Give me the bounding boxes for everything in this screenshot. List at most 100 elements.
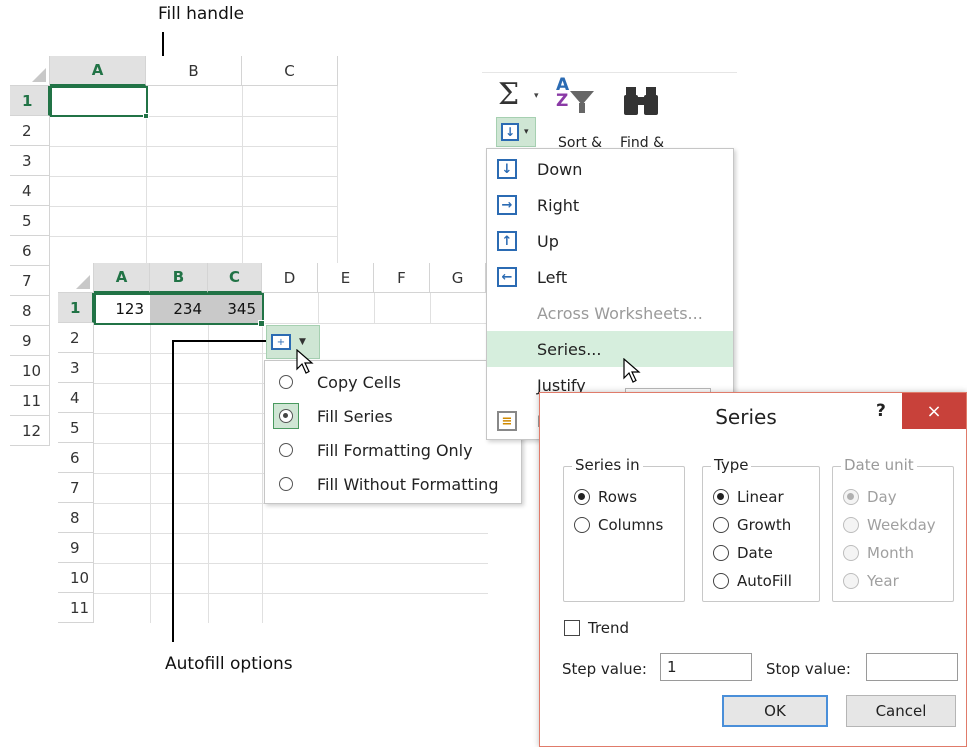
menu-item-left[interactable]: ← Left [487,259,733,295]
row-header-11[interactable]: 11 [10,386,50,416]
row-header-10[interactable]: 10 [58,563,94,593]
menu-item-up[interactable]: ↑ Up [487,223,733,259]
row-header-6[interactable]: 6 [58,443,94,473]
row-header-9[interactable]: 9 [10,326,50,356]
row-header-2[interactable]: 2 [10,116,50,146]
radio-columns[interactable]: Columns [574,513,663,537]
select-all-corner[interactable] [10,56,50,86]
row-header-5[interactable]: 5 [58,413,94,443]
series-in-group: Series in Rows Columns [563,456,685,602]
fill-handle[interactable] [258,320,265,327]
column-header-g[interactable]: G [430,263,486,293]
type-label: Type [711,456,752,474]
chevron-down-icon[interactable]: ▾ [534,91,539,101]
callout-line [172,340,174,642]
chevron-down-icon: ▼ [299,337,306,347]
menu-item-right[interactable]: → Right [487,187,733,223]
column-header-b[interactable]: B [150,263,208,293]
row-header-8[interactable]: 8 [10,296,50,326]
fill-handle[interactable] [143,113,149,119]
column-header-a[interactable]: A [50,56,146,86]
radio-autofill[interactable]: AutoFill [713,569,792,593]
select-all-corner[interactable] [58,263,94,293]
find-select-label: Find & [620,135,665,149]
row-header-8[interactable]: 8 [58,503,94,533]
row-header-4[interactable]: 4 [58,383,94,413]
column-header-c[interactable]: C [242,56,338,86]
menu-item-series[interactable]: Series... [487,331,733,367]
help-icon[interactable]: ? [876,401,886,421]
row-header-7[interactable]: 7 [58,473,94,503]
radio-icon [843,573,859,589]
autofill-options-callout: Autofill options [165,654,293,674]
row-header-10[interactable]: 10 [10,356,50,386]
stop-value-input[interactable] [866,653,958,681]
menu-item-down[interactable]: ↓ Down [487,151,733,187]
checkbox-icon [564,620,580,636]
column-header-f[interactable]: F [374,263,430,293]
fill-down-icon: ↓ [501,123,519,141]
selection-range [94,293,264,325]
row-header-1[interactable]: 1 [10,86,50,116]
radio-selected-icon [574,489,590,505]
chevron-down-icon: ▾ [524,127,529,137]
series-dialog: Series ? × Series in Rows Columns Type L… [539,392,967,747]
autofill-fill-formatting-only[interactable]: Fill Formatting Only [265,433,521,467]
radio-weekday: Weekday [843,513,936,537]
radio-day: Day [843,485,897,509]
column-header-b[interactable]: B [146,56,242,86]
active-cell-a1[interactable] [50,86,148,117]
row-header-2[interactable]: 2 [58,323,94,353]
row-header-5[interactable]: 5 [10,206,50,236]
row-header-7[interactable]: 7 [10,266,50,296]
mouse-pointer-icon [296,349,314,374]
row-header-6[interactable]: 6 [10,236,50,266]
row-header-12[interactable]: 12 [10,416,50,446]
callout-line [172,340,268,342]
radio-date[interactable]: Date [713,541,773,565]
radio-selected-icon [279,409,293,423]
step-value-input[interactable]: 1 [660,653,752,681]
radio-icon [843,517,859,533]
column-header-d[interactable]: D [262,263,318,293]
radio-rows[interactable]: Rows [574,485,637,509]
find-select-icon[interactable] [622,83,662,125]
ok-button[interactable]: OK [722,695,828,727]
radio-selected-icon [713,489,729,505]
radio-linear[interactable]: Linear [713,485,784,509]
row-header-3[interactable]: 3 [58,353,94,383]
sort-filter-label: Sort & [558,135,603,149]
date-unit-group: Date unit Day Weekday Month Year [832,456,954,602]
radio-icon [713,545,729,561]
row-header-9[interactable]: 9 [58,533,94,563]
close-button[interactable]: × [902,393,966,429]
fill-right-icon: → [497,195,517,215]
cancel-button[interactable]: Cancel [846,695,956,727]
column-header-e[interactable]: E [318,263,374,293]
row-header-4[interactable]: 4 [10,176,50,206]
editing-ribbon-group: Σ ▾ ↓ ▾ AZ Sort & Find & [482,72,737,152]
sort-filter-icon[interactable]: AZ [556,77,569,110]
row-header-11[interactable]: 11 [58,593,94,623]
autofill-fill-without-formatting[interactable]: Fill Without Formatting [265,467,521,501]
fill-left-icon: ← [497,267,517,287]
radio-icon [713,517,729,533]
step-value-label: Step value: [562,660,647,678]
radio-growth[interactable]: Growth [713,513,791,537]
autofill-icon: + [271,334,291,350]
row-header-3[interactable]: 3 [10,146,50,176]
fill-button[interactable]: ↓ ▾ [496,117,536,147]
flash-fill-icon: ≡ [497,411,517,431]
radio-icon [279,477,293,491]
autofill-options-menu: Copy Cells Fill Series Fill Formatting O… [264,360,522,504]
column-header-c[interactable]: C [208,263,262,293]
trend-checkbox[interactable]: Trend [564,619,629,637]
autofill-fill-series[interactable]: Fill Series [265,399,521,433]
radio-year: Year [843,569,899,593]
radio-selected-icon [843,489,859,505]
radio-icon [279,375,293,389]
column-header-a[interactable]: A [94,263,150,293]
radio-icon [574,517,590,533]
autosum-icon[interactable]: Σ [498,77,519,112]
row-header-1[interactable]: 1 [58,293,94,323]
